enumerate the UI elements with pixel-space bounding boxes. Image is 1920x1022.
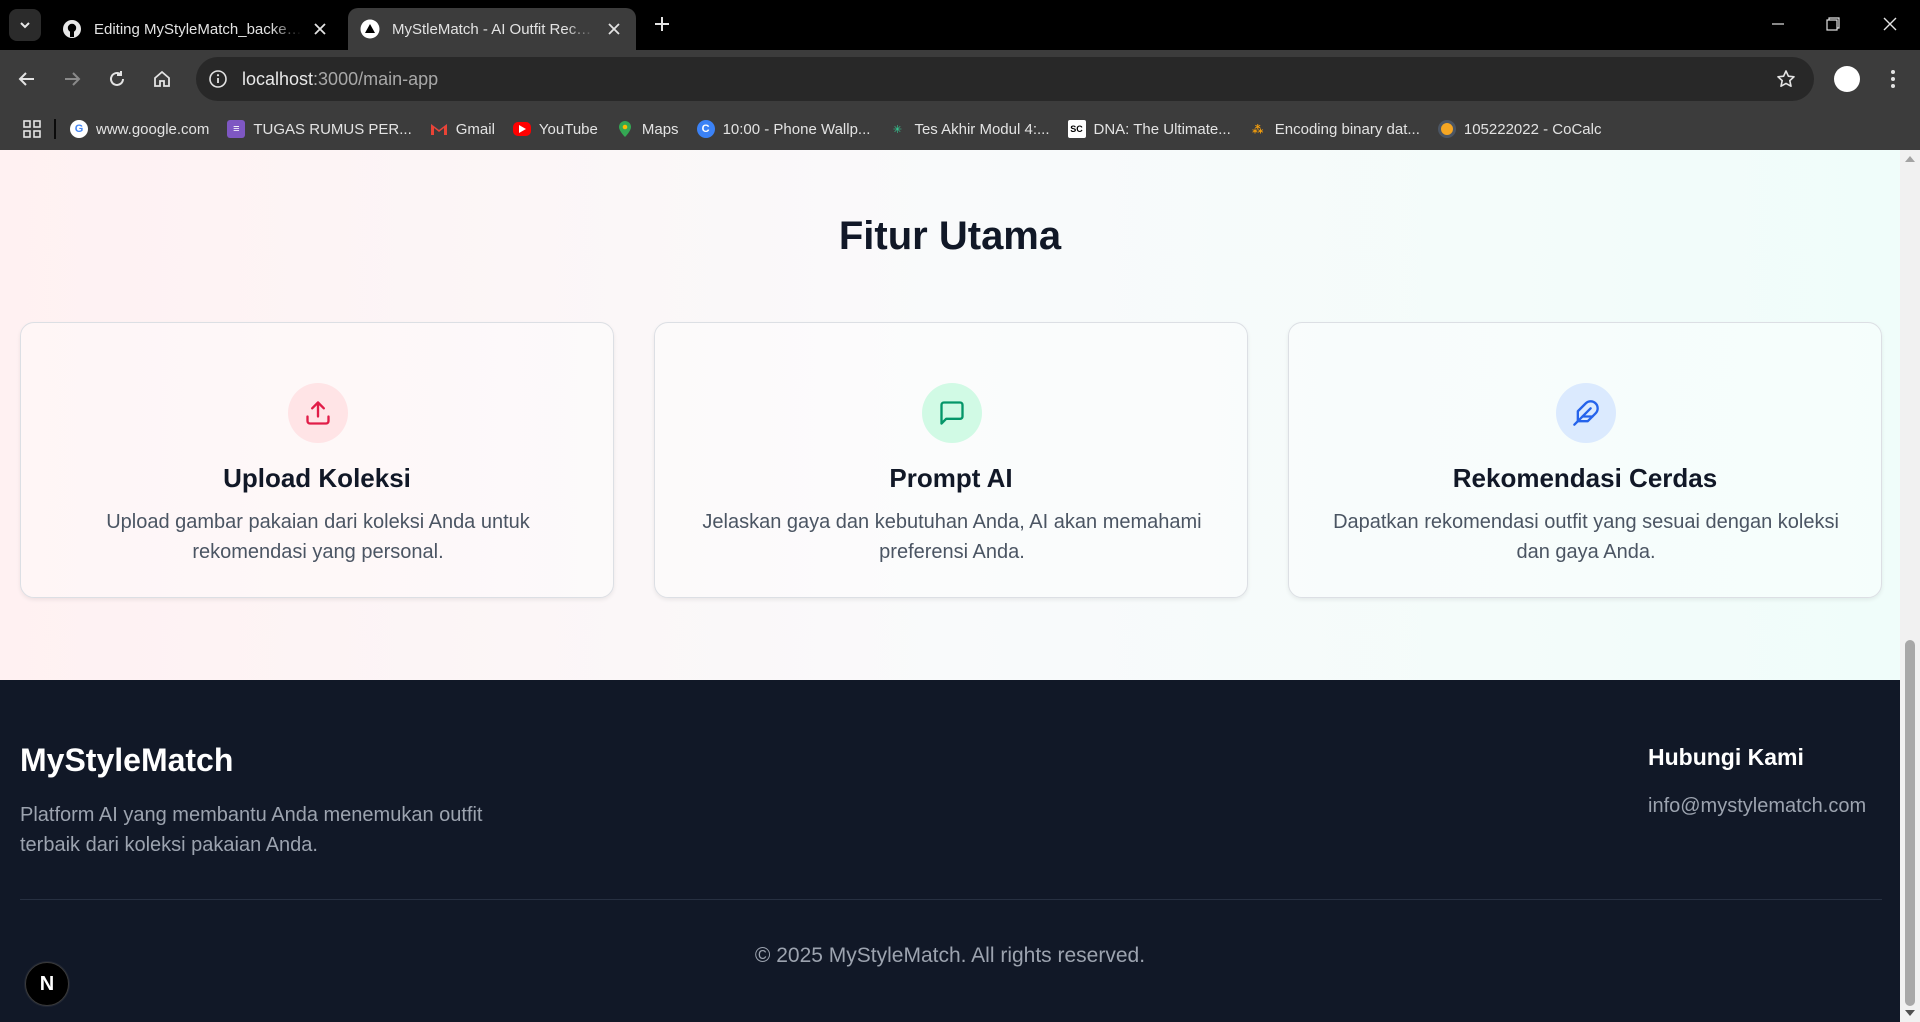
maps-pin-icon [616, 120, 634, 138]
nextjs-dev-icon[interactable]: N [25, 962, 69, 1006]
bookmark-label: DNA: The Ultimate... [1093, 120, 1231, 138]
reload-icon[interactable] [101, 63, 133, 95]
bookmark-google[interactable]: G www.google.com [70, 120, 209, 138]
youtube-icon [512, 122, 531, 136]
tab-title: MyStleMatch - AI Outfit Recomm... [392, 20, 596, 38]
home-icon[interactable] [146, 63, 178, 95]
upload-icon [288, 383, 348, 443]
encoding-icon: ⁂ [1252, 123, 1264, 136]
footer-email-link[interactable]: info@mystylematch.com [1648, 795, 1866, 818]
feature-card-title: Prompt AI [889, 463, 1013, 493]
bookmark-label: Encoding binary dat... [1274, 120, 1420, 138]
feature-card-description: Upload gambar pakaian dari koleksi Anda … [106, 511, 530, 563]
bookmark-tugas[interactable]: ≡ TUGAS RUMUS PER... [227, 120, 412, 138]
restore-icon[interactable] [1810, 6, 1856, 42]
bookmark-dna[interactable]: SC DNA: The Ultimate... [1067, 120, 1231, 138]
bookmark-label: Tes Akhir Modul 4:... [914, 120, 1050, 138]
feature-card-upload: Upload Koleksi Upload gambar pakaian dar… [20, 322, 614, 598]
scrollbar-thumb[interactable] [1905, 640, 1915, 1006]
bookmark-gmail[interactable]: Gmail [430, 120, 495, 138]
minimize-icon[interactable] [1755, 6, 1801, 42]
feature-card-title: Upload Koleksi [223, 463, 411, 493]
scroll-down-arrow-icon[interactable] [1905, 1010, 1915, 1016]
bookmark-cocalc[interactable]: 105222022 - CoCalc [1437, 120, 1602, 138]
wallpaper-icon: C [696, 120, 715, 138]
url-host: localhost [242, 68, 314, 89]
apps-grid-icon[interactable] [20, 117, 44, 141]
bookmarks-separator [54, 119, 56, 139]
gmail-icon [430, 120, 448, 138]
tab-editing-backend[interactable]: Editing MyStyleMatch_backend_... [50, 8, 342, 50]
kebab-menu-icon[interactable] [1878, 63, 1908, 95]
close-icon[interactable] [310, 19, 330, 39]
url-path: :3000/main-app [313, 68, 439, 89]
feature-card-title: Rekomendasi Cerdas [1452, 463, 1718, 493]
bookmark-label: TUGAS RUMUS PER... [253, 120, 412, 138]
footer-contact-title: Hubungi Kami [1648, 744, 1804, 770]
bookmark-tes-akhir[interactable]: ✳ Tes Akhir Modul 4:... [888, 120, 1050, 138]
bookmark-star-icon[interactable] [1772, 65, 1800, 93]
back-arrow-icon[interactable] [11, 63, 43, 95]
new-tab-plus-icon[interactable] [650, 12, 674, 36]
features-section: Fitur Utama Upload Koleksi Upload gambar… [0, 150, 1900, 680]
site-footer: MyStyleMatch Platform AI yang membantu A… [0, 680, 1900, 1022]
feature-card-description: Jelaskan gaya dan kebutuhan Anda, AI aka… [702, 511, 1202, 563]
site-info-icon[interactable] [202, 63, 234, 95]
tab-strip: Editing MyStyleMatch_backend_... MyStleM… [0, 0, 1920, 50]
nextjs-triangle-icon [360, 19, 380, 39]
bookmark-youtube[interactable]: YouTube [512, 120, 598, 138]
feather-icon [1556, 383, 1616, 443]
forward-arrow-icon[interactable] [56, 63, 88, 95]
page-viewport: Fitur Utama Upload Koleksi Upload gambar… [0, 150, 1900, 1022]
bookmark-wallpaper[interactable]: C 10:00 - Phone Wallp... [696, 120, 871, 138]
bookmark-label: 105222022 - CoCalc [1463, 120, 1602, 138]
feature-card-description: Dapatkan rekomendasi outfit yang sesuai … [1333, 511, 1839, 563]
github-icon [62, 19, 82, 39]
sheets-icon: ≡ [227, 120, 246, 138]
quiz-icon: ✳ [892, 123, 903, 136]
page-scrollbar[interactable] [1900, 150, 1920, 1022]
cocalc-icon [1437, 120, 1456, 138]
browser-toolbar: localhost:3000/main-app [0, 50, 1920, 108]
dna-icon: SC [1067, 120, 1086, 138]
bookmark-maps[interactable]: Maps [616, 120, 679, 138]
bookmark-label: www.google.com [96, 120, 210, 138]
chat-bubble-icon [922, 383, 982, 443]
url-text[interactable]: localhost:3000/main-app [242, 69, 438, 90]
feature-card-rekomendasi: Rekomendasi Cerdas Dapatkan rekomendasi … [1288, 322, 1882, 598]
footer-brand: MyStyleMatch [20, 742, 234, 778]
feature-card-prompt: Prompt AI Jelaskan gaya dan kebutuhan An… [654, 322, 1248, 598]
features-title: Fitur Utama [838, 214, 1062, 258]
scroll-up-arrow-icon[interactable] [1905, 156, 1915, 162]
tab-title: Editing MyStyleMatch_backend_... [94, 20, 302, 38]
footer-copyright: © 2025 MyStyleMatch. All rights reserved… [754, 944, 1146, 967]
bookmarks-bar: G www.google.com ≡ TUGAS RUMUS PER... Gm… [0, 108, 1920, 150]
bookmark-label: 10:00 - Phone Wallp... [722, 120, 871, 138]
bookmark-label: Maps [641, 120, 679, 138]
footer-divider [20, 899, 1882, 900]
address-bar[interactable]: localhost:3000/main-app [196, 57, 1814, 101]
tab-mystylematch[interactable]: MyStleMatch - AI Outfit Recomm... [348, 8, 636, 50]
window-close-icon[interactable] [1867, 6, 1913, 42]
close-icon[interactable] [604, 19, 624, 39]
profile-avatar[interactable] [1834, 66, 1860, 92]
google-icon: G [70, 120, 88, 138]
bookmark-label: YouTube [538, 120, 598, 138]
tab-search-chevron-icon[interactable] [9, 9, 41, 41]
footer-description: Platform AI yang membantu Anda menemukan… [20, 804, 483, 856]
bookmark-encoding[interactable]: ⁂ Encoding binary dat... [1249, 120, 1420, 138]
bookmark-label: Gmail [455, 120, 495, 138]
